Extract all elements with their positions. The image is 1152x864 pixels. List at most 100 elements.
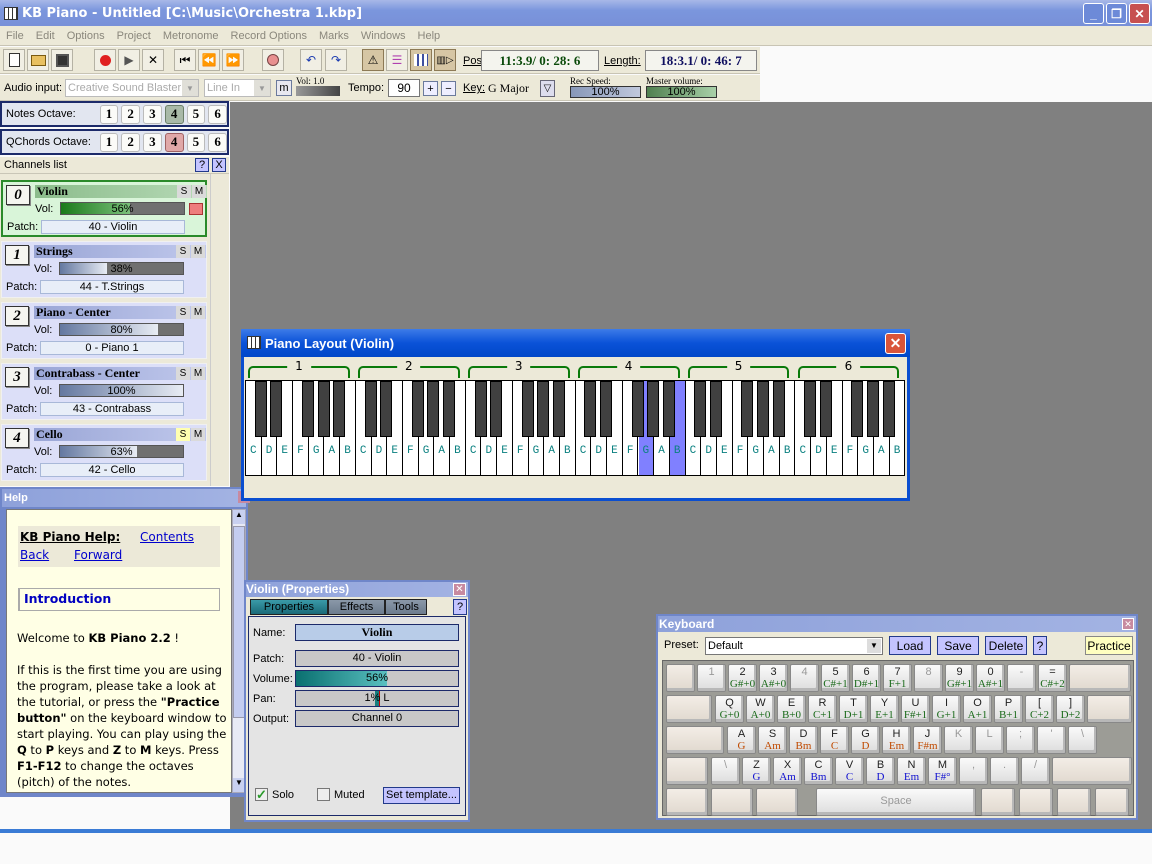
- keyboard-key[interactable]: 7 F+1: [883, 664, 912, 692]
- qchords-octave-6[interactable]: 6: [208, 132, 227, 152]
- keyboard-key[interactable]: [1019, 788, 1053, 816]
- channel-number[interactable]: 0: [6, 185, 30, 205]
- menu-metronome[interactable]: Metronome: [163, 30, 219, 42]
- keyboard-key[interactable]: [666, 757, 708, 785]
- new-file-button[interactable]: [3, 49, 25, 71]
- keyboard-key[interactable]: [C+2: [1025, 695, 1054, 723]
- solo-button[interactable]: S: [176, 306, 190, 319]
- black-key[interactable]: [819, 381, 832, 437]
- channel-item[interactable]: 1 Strings S M Vol: 38% Patch: 44 - T.Strings: [1, 241, 207, 298]
- solo-button[interactable]: S: [176, 428, 190, 441]
- tab-tools[interactable]: Tools: [385, 599, 427, 615]
- black-key[interactable]: [584, 381, 597, 437]
- keyboard-key[interactable]: R C+1: [808, 695, 837, 723]
- channel-item[interactable]: 0 Violin S M Vol: 56% Patch: 40 - Violin: [1, 180, 207, 237]
- black-key[interactable]: [521, 381, 534, 437]
- patch-field[interactable]: 40 - Violin: [41, 220, 185, 234]
- keyboard-key[interactable]: ZG: [742, 757, 771, 785]
- qchords-octave-3[interactable]: 3: [143, 132, 162, 152]
- channels-close-button[interactable]: X: [212, 158, 226, 172]
- output-field[interactable]: Channel 0: [295, 710, 459, 727]
- channels-help-button[interactable]: ?: [195, 158, 209, 172]
- keyboard-key[interactable]: N Em: [897, 757, 926, 785]
- black-key[interactable]: [333, 381, 346, 437]
- channel-volume-slider[interactable]: 80%: [59, 323, 184, 336]
- patch-field[interactable]: 43 - Contrabass: [40, 402, 184, 416]
- keyboard-key[interactable]: [1052, 757, 1132, 785]
- keyboard-key[interactable]: 5 C#+1: [821, 664, 850, 692]
- black-key[interactable]: [427, 381, 440, 437]
- keyboard-key[interactable]: ;: [1006, 726, 1035, 754]
- channels-scroll-area[interactable]: [210, 174, 229, 486]
- keyboard-key[interactable]: [1087, 695, 1132, 723]
- keyboard-key[interactable]: I G+1: [932, 695, 961, 723]
- menu-help[interactable]: Help: [418, 30, 441, 42]
- solo-button[interactable]: S: [176, 245, 190, 258]
- black-key[interactable]: [882, 381, 895, 437]
- notes-octave-2[interactable]: 2: [121, 104, 141, 124]
- black-key[interactable]: [600, 381, 613, 437]
- channel-volume-slider[interactable]: 56%: [60, 202, 185, 215]
- black-key[interactable]: [647, 381, 660, 437]
- channel-number[interactable]: 1: [5, 245, 29, 265]
- keyboard-key[interactable]: GD: [851, 726, 880, 754]
- black-key[interactable]: [537, 381, 550, 437]
- open-button[interactable]: [27, 49, 49, 71]
- mixer-toggle[interactable]: ☰: [386, 49, 408, 71]
- keyboard-key[interactable]: ': [1037, 726, 1066, 754]
- keyboard-key[interactable]: T D+1: [839, 695, 868, 723]
- channel-item[interactable]: 3 Contrabass - Center S M Vol: 100% Patch: 43 -…: [1, 363, 207, 420]
- muted-checkbox[interactable]: [317, 788, 330, 801]
- keyboard-key[interactable]: 3 A#+0: [759, 664, 788, 692]
- black-key[interactable]: [301, 381, 314, 437]
- keyboard-key[interactable]: \: [711, 757, 740, 785]
- black-key[interactable]: [804, 381, 817, 437]
- keyboard-key[interactable]: [1057, 788, 1091, 816]
- black-key[interactable]: [380, 381, 393, 437]
- black-key[interactable]: [772, 381, 785, 437]
- help-back-link[interactable]: Back: [20, 548, 49, 562]
- black-key[interactable]: [757, 381, 770, 437]
- pan-slider[interactable]: 1% L: [295, 690, 459, 707]
- solo-button[interactable]: S: [177, 185, 191, 198]
- black-key[interactable]: [662, 381, 675, 437]
- channel-number[interactable]: 4: [5, 428, 29, 448]
- record-button[interactable]: [94, 49, 116, 71]
- keyboard-key[interactable]: H Em: [882, 726, 911, 754]
- qchords-octave-2[interactable]: 2: [121, 132, 141, 152]
- qchords-octave-5[interactable]: 5: [186, 132, 206, 152]
- set-template-button[interactable]: Set template...: [383, 787, 460, 804]
- menu-options[interactable]: Options: [67, 30, 105, 42]
- notes-octave-6[interactable]: 6: [208, 104, 227, 124]
- keyboard-key[interactable]: .: [990, 757, 1019, 785]
- keyboard-key[interactable]: [666, 695, 712, 723]
- keyboard-key[interactable]: [666, 664, 695, 692]
- black-key[interactable]: [694, 381, 707, 437]
- keyboard-key[interactable]: C Bm: [804, 757, 833, 785]
- restore-button[interactable]: ❐: [1106, 3, 1127, 24]
- keyboard-key[interactable]: 0 A#+1: [976, 664, 1005, 692]
- play-button[interactable]: ▶: [118, 49, 140, 71]
- channel-item[interactable]: 4 Cello S M Vol: 63% Patch: 42 - Cello: [1, 424, 207, 481]
- keyboard-key[interactable]: 9 G#+1: [945, 664, 974, 692]
- save-button[interactable]: [51, 49, 73, 71]
- patch-field[interactable]: 40 - Violin: [295, 650, 459, 667]
- patch-field[interactable]: 44 - T.Strings: [40, 280, 184, 294]
- keyboard-key[interactable]: 8: [914, 664, 943, 692]
- keyboard-key[interactable]: [1095, 788, 1129, 816]
- mute-button[interactable]: M: [191, 306, 205, 319]
- menu-record-options[interactable]: Record Options: [231, 30, 307, 42]
- menu-edit[interactable]: Edit: [36, 30, 55, 42]
- solo-button[interactable]: S: [176, 367, 190, 380]
- close-button[interactable]: ✕: [1129, 3, 1150, 24]
- keyboard-key[interactable]: VC: [835, 757, 864, 785]
- mute-button[interactable]: M: [192, 185, 206, 198]
- keyboard-key[interactable]: U F#+1: [901, 695, 930, 723]
- black-key[interactable]: [710, 381, 722, 437]
- tempo-input[interactable]: 90: [388, 79, 420, 97]
- keyboard-key[interactable]: Y E+1: [870, 695, 899, 723]
- keyboard-key[interactable]: /: [1021, 757, 1050, 785]
- delete-button[interactable]: Delete: [985, 636, 1027, 655]
- save-preset-button[interactable]: Save: [937, 636, 979, 655]
- notes-octave-4[interactable]: 4: [164, 104, 184, 124]
